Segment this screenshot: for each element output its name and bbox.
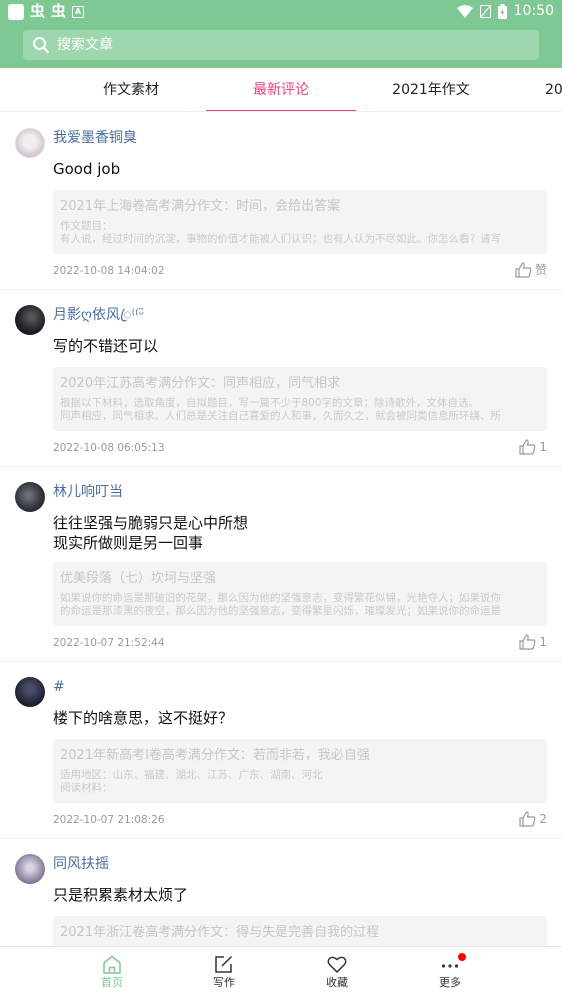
comment-username[interactable]: # (53, 678, 65, 696)
comment-item: # 楼下的啥意思，这不挺好？ 2021年新高考Ⅰ卷高考满分作文：若而非若，我必自… (0, 662, 562, 839)
tab-material[interactable]: 作文素材 (56, 68, 206, 111)
signal-icon (479, 5, 491, 18)
quoted-article-excerpt: 作文题目： 有人说，经过时间的沉淀，事物的价值才能被人们认识；也有人认为不尽如此… (60, 220, 501, 245)
status-time: 10:50 (513, 3, 554, 19)
app-header: 虫 虫 A 10:50 搜索文章 (0, 0, 562, 68)
comment-username[interactable]: 我爱墨香铜臭 (53, 129, 137, 147)
quoted-article-title: 2020年江苏高考满分作文：同声相应，同气相求 (60, 376, 341, 391)
tab-next[interactable]: 202 (545, 68, 562, 111)
thumbs-up-icon (519, 439, 536, 455)
avatar[interactable] (15, 305, 45, 335)
thumbs-up-icon (519, 634, 536, 650)
quoted-article-excerpt: 如果说你的命运是那破旧的花架，那么因为他的坚强意志，变得繁花似锦，光艳夺人；如果… (60, 592, 501, 617)
nav-more[interactable]: 更多 (394, 947, 506, 999)
battery-icon (497, 4, 507, 19)
comment-text: 楼下的啥意思，这不挺好？ (53, 709, 234, 727)
nav-favorites[interactable]: 收藏 (281, 947, 393, 999)
comment-item: 同风扶摇 只是积累素材太烦了 2021年浙江卷高考满分作文：得与失是完善自我的过… (0, 839, 562, 946)
nav-write-label: 写作 (213, 976, 235, 989)
comment-time: 2022-10-08 06:05:13 (53, 442, 165, 454)
avatar[interactable] (15, 677, 45, 707)
quoted-article[interactable]: 2021年上海卷高考满分作文：时间，会给出答案 作文题目： 有人说，经过时间的沉… (53, 190, 547, 254)
nav-favorites-label: 收藏 (326, 976, 348, 989)
search-icon (33, 37, 50, 54)
notification-badge (458, 953, 466, 961)
like-count: 赞 (534, 263, 547, 277)
comment-feed[interactable]: 我爱墨香铜臭 Good job 2021年上海卷高考满分作文：时间，会给出答案 … (0, 113, 562, 946)
quoted-article-title: 2021年上海卷高考满分作文：时间，会给出答案 (60, 199, 341, 214)
category-tabs: 作文素材 最新评论 2021年作文 202 (0, 68, 562, 112)
quoted-article[interactable]: 2021年新高考Ⅰ卷高考满分作文：若而非若，我必自强 适用地区：山东、福建、湖北… (53, 739, 547, 803)
search-input[interactable]: 搜索文章 (23, 30, 539, 60)
thumbs-up-icon (519, 811, 536, 827)
quoted-article[interactable]: 2020年江苏高考满分作文：同声相应，同气相求 根据以下材料，选取角度，自拟题目… (53, 367, 547, 431)
like-button[interactable]: 1 (519, 439, 547, 455)
status-bar: 虫 虫 A 10:50 (0, 0, 562, 24)
comment-item: 我爱墨香铜臭 Good job 2021年上海卷高考满分作文：时间，会给出答案 … (0, 113, 562, 290)
like-button[interactable]: 2 (519, 811, 547, 827)
app-square-icon (8, 3, 24, 20)
a-badge-icon: A (72, 5, 85, 18)
nav-write[interactable]: 写作 (168, 947, 280, 999)
nav-more-label: 更多 (439, 976, 461, 989)
like-count: 1 (539, 635, 547, 649)
nav-home-label: 首页 (101, 976, 123, 989)
quoted-article-title: 2021年新高考Ⅰ卷高考满分作文：若而非若，我必自强 (60, 748, 370, 763)
avatar[interactable] (15, 854, 45, 884)
heart-icon (327, 956, 347, 974)
quoted-article-excerpt: 根据以下材料，选取角度，自拟题目，写一篇不少于800字的文章；除诗歌外，文体自选… (60, 397, 501, 422)
comment-username[interactable]: 同风扶摇 (53, 855, 109, 873)
comment-time: 2022-10-08 14:04:02 (53, 265, 165, 277)
bottom-navigation: 首页 写作 收藏 更多 (0, 946, 562, 999)
wifi-icon (456, 5, 473, 18)
comment-time: 2022-10-07 21:52:44 (53, 637, 165, 649)
search-placeholder: 搜索文章 (57, 37, 113, 53)
thumbs-up-icon (515, 262, 532, 278)
quoted-article-title: 2021年浙江卷高考满分作文：得与失是完善自我的过程 (60, 925, 380, 940)
comment-username[interactable]: 林儿响叮当 (53, 483, 123, 501)
comment-text: Good job (53, 160, 121, 178)
nav-home[interactable]: 首页 (56, 947, 168, 999)
comment-text: 只是积累素材太烦了 (53, 886, 189, 904)
quoted-article-excerpt: 适用地区：山东、福建、湖北、江苏、广东、湖南、河北 阅读材料： (60, 769, 323, 794)
bug-icon: 虫 (30, 2, 46, 20)
comment-text: 往往坚强与脆弱只是心中所想 现实所做则是另一回事 (53, 514, 249, 552)
edit-icon (215, 955, 233, 973)
quoted-article[interactable]: 优美段落（七）坎坷与坚强 如果说你的命运是那破旧的花架，那么因为他的坚强意志，变… (53, 562, 547, 626)
like-button[interactable]: 1 (519, 634, 547, 650)
bug-icon: 虫 (51, 2, 67, 20)
home-icon (103, 955, 121, 974)
comment-time: 2022-10-07 21:08:26 (53, 814, 165, 826)
comment-item: 月影ღ依风ꦿ⁽⁽ᵕ̈ 写的不错还可以 2020年江苏高考满分作文：同声相应，同气… (0, 290, 562, 467)
more-icon (441, 964, 459, 968)
tab-2021-essays[interactable]: 2021年作文 (356, 68, 506, 111)
comment-text: 写的不错还可以 (53, 337, 159, 355)
like-button[interactable]: 赞 (515, 262, 547, 278)
like-count: 1 (539, 440, 547, 454)
quoted-article-title: 优美段落（七）坎坷与坚强 (60, 571, 217, 586)
like-count: 2 (539, 812, 547, 826)
comment-username[interactable]: 月影ღ依风ꦿ⁽⁽ᵕ̈ (53, 306, 144, 324)
quoted-article[interactable]: 2021年浙江卷高考满分作文：得与失是完善自我的过程 (53, 916, 547, 946)
comment-item: 林儿响叮当 往往坚强与脆弱只是心中所想 现实所做则是另一回事 优美段落（七）坎坷… (0, 467, 562, 662)
avatar[interactable] (15, 128, 45, 158)
avatar[interactable] (15, 482, 45, 512)
tab-latest-comments[interactable]: 最新评论 (206, 68, 356, 111)
